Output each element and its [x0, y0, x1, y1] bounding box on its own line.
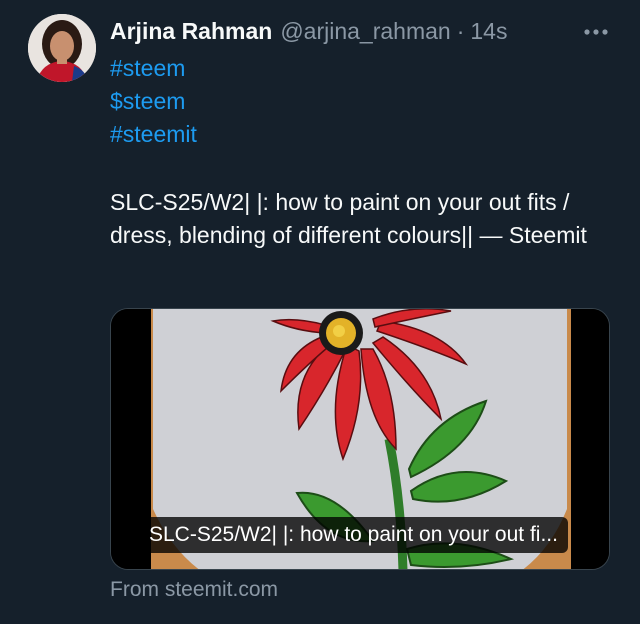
avatar-image — [28, 14, 96, 82]
card-title: SLC-S25/W2| |: how to paint on your out … — [139, 517, 568, 553]
author-name[interactable]: Arjina Rahman — [110, 18, 272, 45]
cashtag-link[interactable]: $steem — [110, 85, 197, 118]
tweet: Arjina Rahman @arjina_rahman · 14s #stee… — [0, 0, 640, 624]
author-handle[interactable]: @arjina_rahman — [280, 18, 450, 45]
timestamp[interactable]: 14s — [470, 18, 507, 45]
link-card[interactable]: SLC-S25/W2| |: how to paint on your out … — [110, 308, 610, 570]
tweet-header: Arjina Rahman @arjina_rahman · 14s — [110, 14, 507, 48]
more-horizontal-icon[interactable] — [582, 22, 610, 42]
hashtag-link[interactable]: #steem — [110, 52, 197, 85]
tweet-text: SLC-S25/W2| |: how to paint on your out … — [110, 189, 587, 248]
tweet-tags: #steem $steem #steemit — [110, 52, 197, 151]
avatar[interactable] — [28, 14, 96, 82]
hashtag-link[interactable]: #steemit — [110, 118, 197, 151]
header-separator: · — [456, 17, 465, 44]
card-source[interactable]: From steemit.com — [110, 578, 278, 602]
